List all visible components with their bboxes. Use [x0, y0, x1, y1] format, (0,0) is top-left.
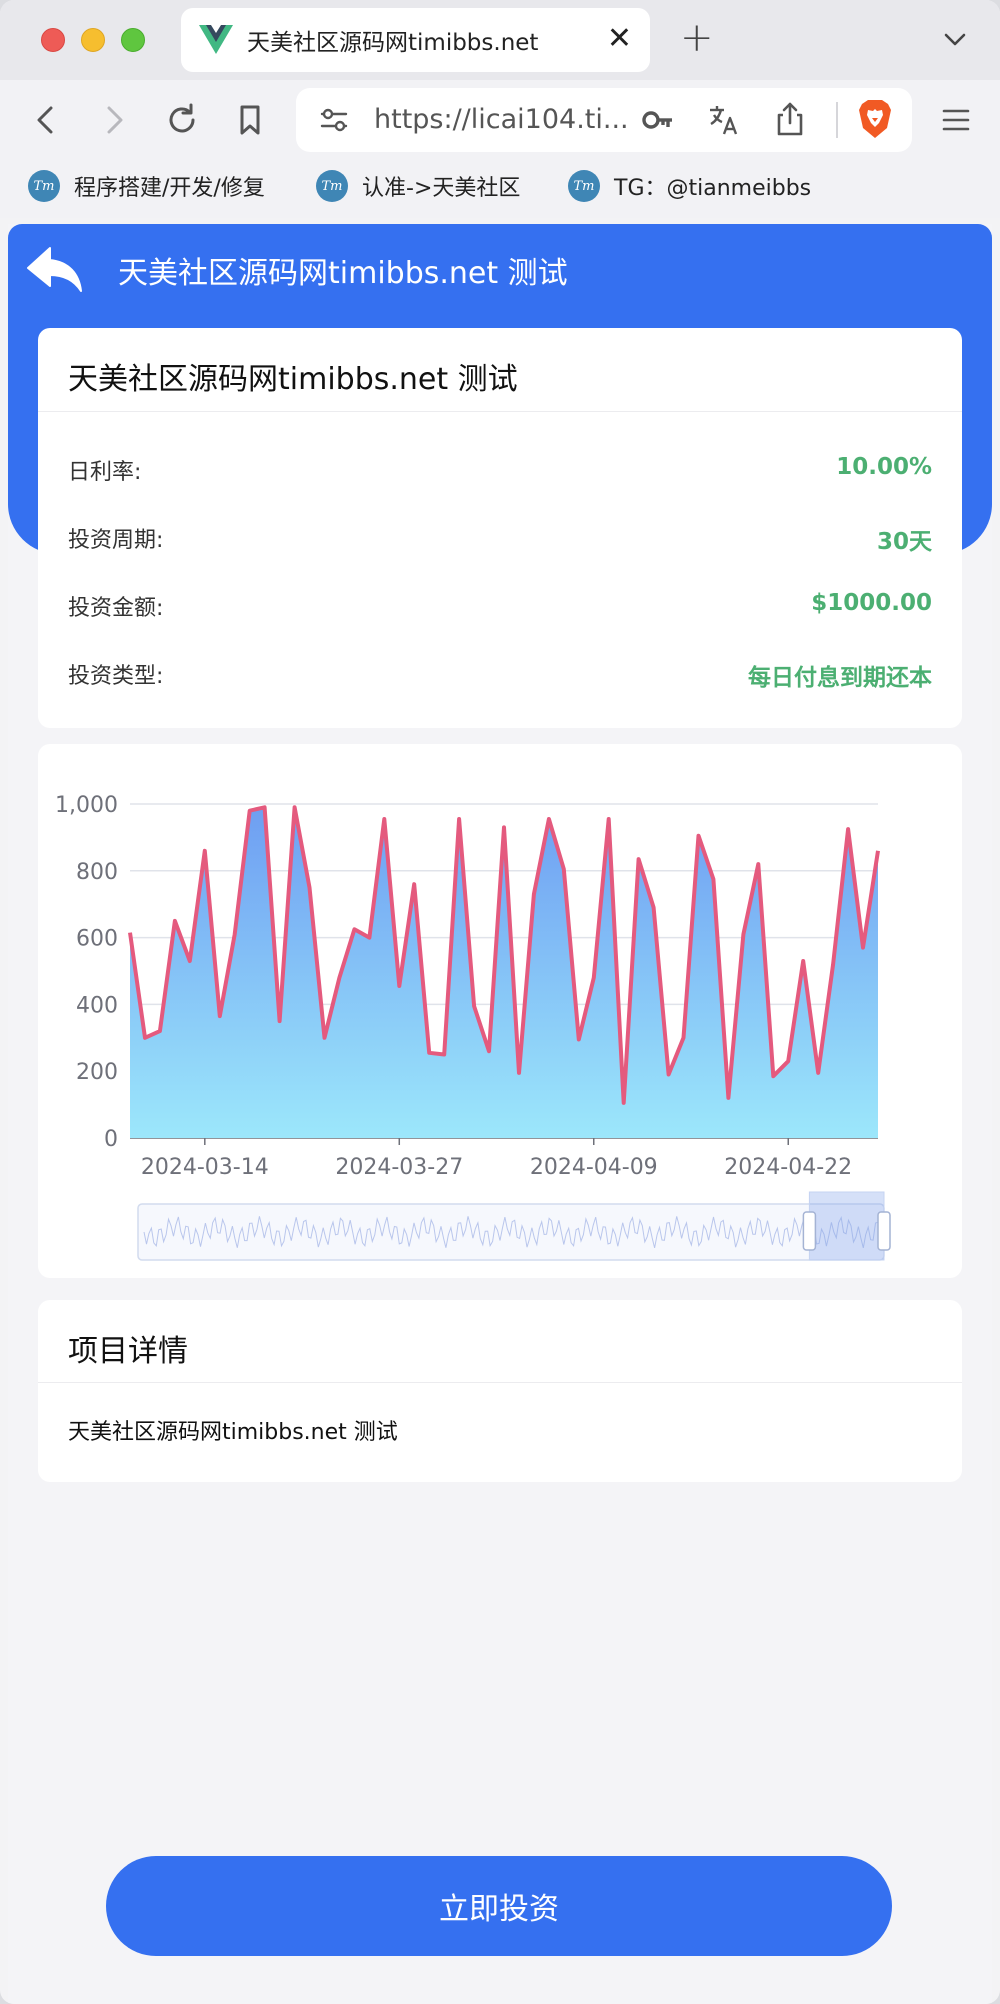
browser-toolbar: https://licai104.ti...	[0, 80, 1000, 160]
bookmark-label: 认准->天美社区	[362, 176, 521, 201]
info-row-amount: 投资金额: $1000.00	[68, 590, 932, 630]
details-text: 天美社区源码网timibbs.net 测试	[68, 1420, 398, 1445]
browser-window: 天美社区源码网timibbs.net ✕ + https://licai104.…	[0, 0, 1000, 2004]
close-window-button[interactable]	[41, 28, 65, 52]
info-row-period: 投资周期: 30天	[68, 522, 932, 562]
tm-logo-icon: Tm	[28, 170, 60, 202]
income-area-chart: 0 200 400 600 800 1,000 2024-03-14 2024-03-27 20…	[55, 793, 891, 1261]
details-title: 项目详情	[68, 1334, 188, 1369]
tab-close-icon[interactable]: ✕	[607, 24, 632, 54]
bookmark-icon[interactable]	[230, 100, 270, 140]
x-tick-label: 2024-04-09	[530, 1155, 658, 1180]
back-icon[interactable]	[26, 100, 66, 140]
product-info-card: 天美社区源码网timibbs.net 测试 日利率: 10.00% 投资周期: …	[38, 328, 962, 728]
maximize-window-button[interactable]	[121, 28, 145, 52]
y-tick-label: 0	[104, 1127, 118, 1152]
invest-now-button[interactable]: 立即投资	[106, 1856, 892, 1956]
x-tick-label: 2024-04-22	[724, 1155, 852, 1180]
product-title: 天美社区源码网timibbs.net 测试	[68, 362, 518, 397]
card-divider	[38, 1382, 962, 1383]
info-value: 30天	[876, 529, 932, 555]
info-value: $1000.00	[811, 590, 932, 616]
card-divider	[38, 411, 962, 412]
y-tick-label: 200	[76, 1060, 118, 1085]
tab-strip: 天美社区源码网timibbs.net ✕ +	[0, 0, 1000, 80]
zoom-track[interactable]	[137, 1203, 885, 1261]
vue-logo-icon	[199, 25, 233, 54]
bookmark-label: 程序搭建/开发/修复	[74, 176, 265, 201]
tab-active[interactable]: 天美社区源码网timibbs.net ✕	[181, 8, 650, 72]
brave-shield-icon[interactable]	[856, 98, 894, 140]
info-label: 投资类型:	[68, 664, 164, 689]
new-tab-button[interactable]: +	[680, 18, 714, 58]
bookmarks-bar: Tm 程序搭建/开发/修复 Tm 认准->天美社区 Tm TG：@tianmei…	[0, 160, 1000, 218]
tm-logo-icon: Tm	[316, 170, 348, 202]
x-tick-label: 2024-03-14	[141, 1155, 269, 1180]
x-tick-label: 2024-03-27	[335, 1155, 463, 1180]
y-tick-label: 800	[76, 860, 118, 885]
translate-icon[interactable]	[706, 102, 742, 138]
info-row-daily-rate: 日利率: 10.00%	[68, 454, 932, 494]
share-icon[interactable]	[772, 100, 808, 138]
info-row-type: 投资类型: 每日付息到期还本	[68, 658, 932, 698]
zoom-handle-left[interactable]	[802, 1211, 817, 1251]
page-content: 天美社区源码网timibbs.net 测试 天美社区源码网timibbs.net…	[8, 224, 992, 2004]
info-value: 10.00%	[836, 454, 932, 480]
page-title: 天美社区源码网timibbs.net 测试	[118, 256, 568, 291]
zoom-window[interactable]	[808, 1191, 885, 1261]
site-settings-icon[interactable]	[316, 102, 352, 138]
y-tick-label: 600	[76, 927, 118, 952]
url-text: https://licai104.ti...	[374, 104, 629, 135]
minimize-window-button[interactable]	[81, 28, 105, 52]
reload-icon[interactable]	[162, 100, 202, 140]
info-label: 投资周期:	[68, 528, 164, 553]
y-tick-label: 400	[76, 993, 118, 1018]
key-icon[interactable]	[640, 102, 676, 138]
bookmark-item[interactable]: Tm 认准->天美社区	[316, 170, 520, 202]
forward-icon[interactable]	[94, 100, 134, 140]
tab-title: 天美社区源码网timibbs.net	[247, 30, 539, 56]
menu-icon[interactable]	[936, 100, 976, 140]
info-label: 日利率:	[68, 460, 142, 485]
info-label: 投资金额:	[68, 596, 164, 621]
income-chart-card: 0 200 400 600 800 1,000 2024-03-14 2024-03-27 20…	[38, 744, 962, 1278]
info-value: 每日付息到期还本	[748, 665, 932, 691]
address-bar[interactable]: https://licai104.ti...	[296, 88, 912, 152]
bookmark-item[interactable]: Tm TG：@tianmeibbs	[568, 170, 811, 202]
project-details-card: 项目详情 天美社区源码网timibbs.net 测试	[38, 1300, 962, 1482]
bookmark-label: TG：@tianmeibbs	[614, 176, 812, 201]
chevron-down-icon[interactable]	[940, 24, 970, 54]
back-arrow-icon[interactable]	[24, 244, 84, 296]
tm-logo-icon: Tm	[568, 170, 600, 202]
bookmark-item[interactable]: Tm 程序搭建/开发/修复	[28, 170, 265, 202]
zoom-handle-right[interactable]	[877, 1211, 891, 1251]
y-tick-label: 1,000	[55, 793, 118, 818]
toolbar-divider	[836, 102, 838, 138]
